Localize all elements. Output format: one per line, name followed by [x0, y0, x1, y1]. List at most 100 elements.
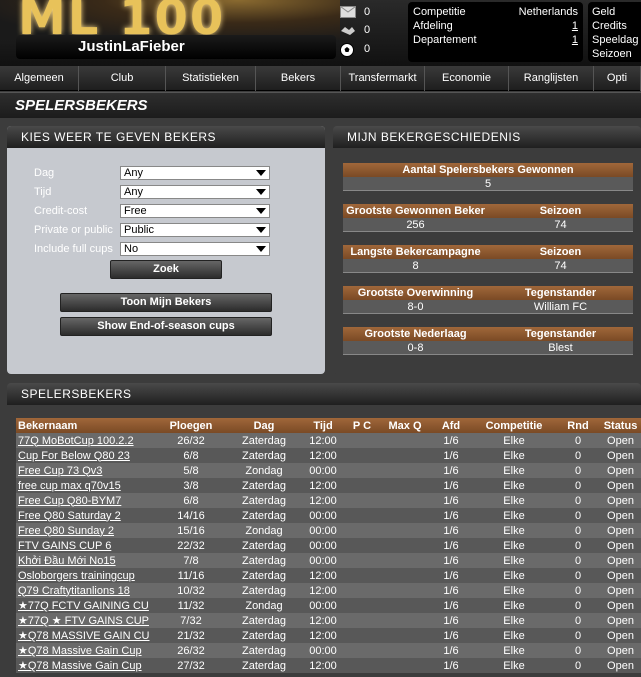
table-cell: Zaterdag	[226, 568, 302, 583]
biggest-cup-season: 74	[554, 219, 567, 231]
credit-label: Credit-cost	[34, 204, 88, 217]
cup-name-link[interactable]: free cup max q70v15	[16, 478, 156, 493]
biggest-loss-opponent: Blest	[548, 342, 573, 354]
cup-name-link[interactable]: 77Q MoBotCup 100.2.2	[16, 433, 156, 448]
table-cell	[380, 553, 430, 568]
table-cell: 15/16	[156, 523, 226, 538]
table-header: Bekernaam Ploegen Dag Tijd P C Max Q Afd…	[16, 418, 641, 433]
cup-name-link[interactable]: Khởi Đầu Mới No15	[16, 553, 156, 568]
table-row: FTV GAINS CUP 6 22/32 Zaterdag 00:00 1/6 Elke…	[16, 538, 641, 553]
zoek-button[interactable]: Zoek	[110, 260, 222, 279]
longest-run-season: 74	[554, 260, 567, 272]
table-cell: 0	[556, 433, 600, 448]
opponent-label: Tegenstander	[524, 287, 597, 299]
biggest-loss-value: 0-8	[407, 342, 424, 354]
nav-ranglijsten[interactable]: Ranglijsten	[509, 66, 594, 91]
messages-stat[interactable]: 0	[340, 4, 400, 20]
cup-name-link[interactable]: ★Q78 Massive Gain Cup	[16, 658, 156, 673]
nav-statistieken[interactable]: Statistieken	[166, 66, 256, 91]
col-ploegen[interactable]: Ploegen	[156, 418, 226, 433]
table-cell: 1/6	[430, 613, 472, 628]
table-cell: 26/32	[156, 643, 226, 658]
table-cell: Zaterdag	[226, 658, 302, 673]
table-cell: Zondag	[226, 598, 302, 613]
col-status[interactable]: Status	[600, 418, 641, 433]
full-label: Include full cups	[34, 242, 113, 255]
table-cell: 0	[556, 583, 600, 598]
tijd-select[interactable]: Any	[120, 184, 270, 199]
biggest-cup-box: Grootste Gewonnen Beker Seizoen 256 74	[343, 204, 633, 235]
table-cell: 1/6	[430, 478, 472, 493]
cup-name-link[interactable]: Free Q80 Sunday 2	[16, 523, 156, 538]
header: ML 100 JustinLaFieber 0 0 0 Competitie Ne…	[0, 0, 641, 66]
cup-name-link[interactable]: ★77Q FCTV GAINING CU	[16, 598, 156, 613]
nav-bekers[interactable]: Bekers	[256, 66, 341, 91]
table-cell: 12:00	[302, 493, 344, 508]
cup-name-link[interactable]: Free Q80 Saturday 2	[16, 508, 156, 523]
cup-name-link[interactable]: Free Cup Q80-BYM7	[16, 493, 156, 508]
table-cell: 10/32	[156, 583, 226, 598]
cup-name-link[interactable]: FTV GAINS CUP 6	[16, 538, 156, 553]
table-row: Khởi Đầu Mới No15 7/8 Zaterdag 00:00 1/6 Elke…	[16, 553, 641, 568]
cup-name-link[interactable]: ★Q78 Massive Gain Cup	[16, 643, 156, 658]
cup-name-link[interactable]: Cup For Below Q80 23	[16, 448, 156, 463]
nav-opties[interactable]: Opti	[594, 66, 641, 91]
nav-economie[interactable]: Economie	[425, 66, 509, 91]
matches-stat[interactable]: 0	[340, 41, 400, 57]
toon-mijn-bekers-button[interactable]: Toon Mijn Bekers	[60, 293, 272, 312]
col-bekernaam[interactable]: Bekernaam	[16, 418, 156, 433]
col-afd[interactable]: Afd	[430, 418, 472, 433]
nav-club[interactable]: Club	[79, 66, 166, 91]
private-select[interactable]: Public	[120, 222, 270, 237]
table-cell: Elke	[472, 568, 556, 583]
chevron-down-icon	[256, 226, 266, 233]
table-cell: Elke	[472, 583, 556, 598]
table-cell: 0	[556, 493, 600, 508]
table-cell: 7/8	[156, 553, 226, 568]
chevron-down-icon	[256, 207, 266, 214]
table-cell: 0	[556, 643, 600, 658]
speeldag-label: Speeldag	[592, 34, 639, 46]
table-cell: 00:00	[302, 463, 344, 478]
dag-select[interactable]: Any	[120, 165, 270, 180]
table-cell: 1/6	[430, 568, 472, 583]
table-cell: 1/6	[430, 583, 472, 598]
col-tijd[interactable]: Tijd	[302, 418, 344, 433]
col-competitie[interactable]: Competitie	[472, 418, 556, 433]
full-select[interactable]: No	[120, 241, 270, 256]
table-cell: Elke	[472, 598, 556, 613]
table-row: Cup For Below Q80 23 6/8 Zaterdag 12:00 1/6 E…	[16, 448, 641, 463]
transfers-stat[interactable]: 0	[340, 22, 400, 38]
table-cell: 3/8	[156, 478, 226, 493]
table-cell: 1/6	[430, 493, 472, 508]
table-cell: 1/6	[430, 628, 472, 643]
table-cell: 0	[556, 613, 600, 628]
col-rnd[interactable]: Rnd	[556, 418, 600, 433]
mail-icon	[340, 6, 356, 18]
departement-link[interactable]: 1	[572, 33, 578, 47]
table-cell: 27/32	[156, 658, 226, 673]
cup-name-link[interactable]: Osloborgers trainingcup	[16, 568, 156, 583]
table-cell: 0	[556, 448, 600, 463]
table-row: Q79 Craftytitanlions 18 10/32 Zaterdag 12:0…	[16, 583, 641, 598]
col-maxq[interactable]: Max Q	[380, 418, 430, 433]
game-logo: ML 100	[0, 0, 340, 40]
nav-transfermarkt[interactable]: Transfermarkt	[341, 66, 425, 91]
nav-algemeen[interactable]: Algemeen	[0, 66, 79, 91]
table-cell: Elke	[472, 478, 556, 493]
show-eos-cups-button[interactable]: Show End-of-season cups	[60, 317, 272, 336]
col-pc[interactable]: P C	[344, 418, 380, 433]
afdeling-link[interactable]: 1	[572, 19, 578, 33]
table-cell: Zaterdag	[226, 583, 302, 598]
cup-name-link[interactable]: ★Q78 MASSIVE GAIN CU	[16, 628, 156, 643]
table-cell: 26/32	[156, 433, 226, 448]
cup-name-link[interactable]: ★77Q ★ FTV GAINS CUP	[16, 613, 156, 628]
credit-select[interactable]: Free	[120, 203, 270, 218]
private-label: Private or public	[34, 223, 113, 236]
cup-name-link[interactable]: Q79 Craftytitanlions 18	[16, 583, 156, 598]
col-dag[interactable]: Dag	[226, 418, 302, 433]
table-cell: 0	[556, 598, 600, 613]
cup-name-link[interactable]: Free Cup 73 Qv3	[16, 463, 156, 478]
table-cell	[344, 553, 380, 568]
table-cell: 1/6	[430, 553, 472, 568]
